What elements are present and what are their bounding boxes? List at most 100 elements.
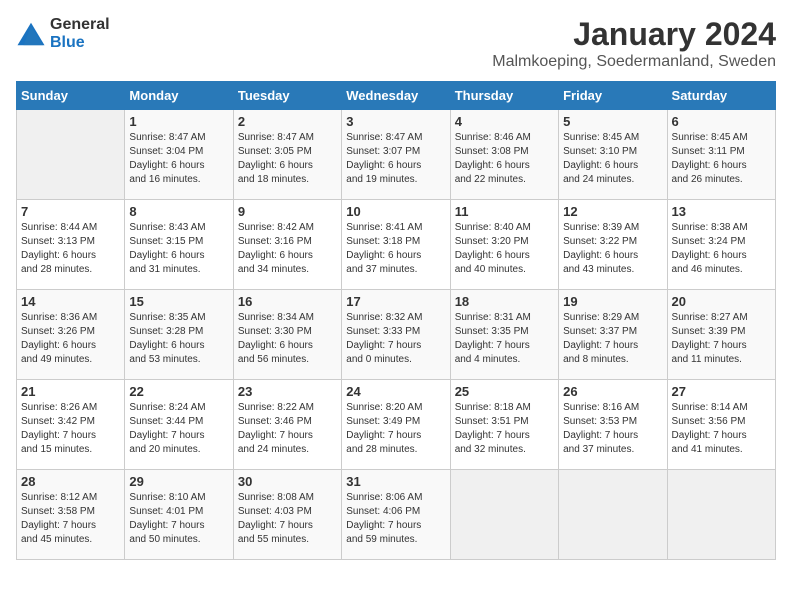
calendar-cell: 27 Sunrise: 8:14 AMSunset: 3:56 PMDaylig…: [667, 380, 775, 470]
calendar-cell: [667, 470, 775, 560]
calendar-table: Sunday Monday Tuesday Wednesday Thursday…: [16, 81, 776, 560]
day-info: Sunrise: 8:41 AMSunset: 3:18 PMDaylight:…: [346, 221, 445, 277]
calendar-week-row: 28 Sunrise: 8:12 AMSunset: 3:58 PMDaylig…: [17, 470, 776, 560]
calendar-cell: 15 Sunrise: 8:35 AMSunset: 3:28 PMDaylig…: [125, 290, 233, 380]
calendar-cell: 16 Sunrise: 8:34 AMSunset: 3:30 PMDaylig…: [233, 290, 341, 380]
calendar-cell: 14 Sunrise: 8:36 AMSunset: 3:26 PMDaylig…: [17, 290, 125, 380]
day-info: Sunrise: 8:14 AMSunset: 3:56 PMDaylight:…: [672, 401, 771, 457]
header-friday: Friday: [559, 82, 667, 110]
day-info: Sunrise: 8:44 AMSunset: 3:13 PMDaylight:…: [21, 221, 120, 277]
day-number: 31: [346, 474, 445, 489]
day-info: Sunrise: 8:16 AMSunset: 3:53 PMDaylight:…: [563, 401, 662, 457]
day-info: Sunrise: 8:22 AMSunset: 3:46 PMDaylight:…: [238, 401, 337, 457]
day-number: 17: [346, 294, 445, 309]
calendar-cell: 26 Sunrise: 8:16 AMSunset: 3:53 PMDaylig…: [559, 380, 667, 470]
day-info: Sunrise: 8:10 AMSunset: 4:01 PMDaylight:…: [129, 491, 228, 547]
day-number: 7: [21, 204, 120, 219]
calendar-cell: 25 Sunrise: 8:18 AMSunset: 3:51 PMDaylig…: [450, 380, 558, 470]
day-info: Sunrise: 8:35 AMSunset: 3:28 PMDaylight:…: [129, 311, 228, 367]
day-info: Sunrise: 8:24 AMSunset: 3:44 PMDaylight:…: [129, 401, 228, 457]
calendar-week-row: 21 Sunrise: 8:26 AMSunset: 3:42 PMDaylig…: [17, 380, 776, 470]
day-number: 16: [238, 294, 337, 309]
calendar-cell: 30 Sunrise: 8:08 AMSunset: 4:03 PMDaylig…: [233, 470, 341, 560]
day-number: 10: [346, 204, 445, 219]
day-number: 23: [238, 384, 337, 399]
calendar-cell: 19 Sunrise: 8:29 AMSunset: 3:37 PMDaylig…: [559, 290, 667, 380]
day-info: Sunrise: 8:45 AMSunset: 3:11 PMDaylight:…: [672, 131, 771, 187]
day-info: Sunrise: 8:47 AMSunset: 3:07 PMDaylight:…: [346, 131, 445, 187]
day-number: 14: [21, 294, 120, 309]
day-number: 4: [455, 114, 554, 129]
header-saturday: Saturday: [667, 82, 775, 110]
day-info: Sunrise: 8:34 AMSunset: 3:30 PMDaylight:…: [238, 311, 337, 367]
logo-icon: [16, 19, 46, 49]
day-info: Sunrise: 8:31 AMSunset: 3:35 PMDaylight:…: [455, 311, 554, 367]
location-title: Malmkoeping, Soedermanland, Sweden: [492, 53, 776, 71]
header-wednesday: Wednesday: [342, 82, 450, 110]
day-number: 18: [455, 294, 554, 309]
day-number: 11: [455, 204, 554, 219]
month-title: January 2024: [492, 16, 776, 53]
calendar-cell: 10 Sunrise: 8:41 AMSunset: 3:18 PMDaylig…: [342, 200, 450, 290]
day-info: Sunrise: 8:43 AMSunset: 3:15 PMDaylight:…: [129, 221, 228, 277]
logo-general: General: [50, 16, 110, 34]
calendar-week-row: 1 Sunrise: 8:47 AMSunset: 3:04 PMDayligh…: [17, 110, 776, 200]
day-number: 20: [672, 294, 771, 309]
calendar-cell: 3 Sunrise: 8:47 AMSunset: 3:07 PMDayligh…: [342, 110, 450, 200]
day-number: 13: [672, 204, 771, 219]
day-number: 30: [238, 474, 337, 489]
calendar-cell: [17, 110, 125, 200]
calendar-cell: 17 Sunrise: 8:32 AMSunset: 3:33 PMDaylig…: [342, 290, 450, 380]
calendar-cell: 12 Sunrise: 8:39 AMSunset: 3:22 PMDaylig…: [559, 200, 667, 290]
calendar-week-row: 7 Sunrise: 8:44 AMSunset: 3:13 PMDayligh…: [17, 200, 776, 290]
day-info: Sunrise: 8:32 AMSunset: 3:33 PMDaylight:…: [346, 311, 445, 367]
day-info: Sunrise: 8:47 AMSunset: 3:05 PMDaylight:…: [238, 131, 337, 187]
day-number: 29: [129, 474, 228, 489]
day-number: 21: [21, 384, 120, 399]
calendar-cell: 24 Sunrise: 8:20 AMSunset: 3:49 PMDaylig…: [342, 380, 450, 470]
calendar-cell: 4 Sunrise: 8:46 AMSunset: 3:08 PMDayligh…: [450, 110, 558, 200]
calendar-cell: [559, 470, 667, 560]
title-area: January 2024 Malmkoeping, Soedermanland,…: [492, 16, 776, 71]
calendar-cell: 28 Sunrise: 8:12 AMSunset: 3:58 PMDaylig…: [17, 470, 125, 560]
day-number: 27: [672, 384, 771, 399]
calendar-cell: 1 Sunrise: 8:47 AMSunset: 3:04 PMDayligh…: [125, 110, 233, 200]
day-info: Sunrise: 8:36 AMSunset: 3:26 PMDaylight:…: [21, 311, 120, 367]
calendar-cell: 13 Sunrise: 8:38 AMSunset: 3:24 PMDaylig…: [667, 200, 775, 290]
day-number: 3: [346, 114, 445, 129]
day-info: Sunrise: 8:20 AMSunset: 3:49 PMDaylight:…: [346, 401, 445, 457]
calendar-cell: 23 Sunrise: 8:22 AMSunset: 3:46 PMDaylig…: [233, 380, 341, 470]
day-info: Sunrise: 8:06 AMSunset: 4:06 PMDaylight:…: [346, 491, 445, 547]
calendar-cell: 20 Sunrise: 8:27 AMSunset: 3:39 PMDaylig…: [667, 290, 775, 380]
calendar-cell: 7 Sunrise: 8:44 AMSunset: 3:13 PMDayligh…: [17, 200, 125, 290]
calendar-cell: 21 Sunrise: 8:26 AMSunset: 3:42 PMDaylig…: [17, 380, 125, 470]
day-info: Sunrise: 8:29 AMSunset: 3:37 PMDaylight:…: [563, 311, 662, 367]
logo-text: General Blue: [50, 16, 110, 51]
day-number: 25: [455, 384, 554, 399]
day-info: Sunrise: 8:12 AMSunset: 3:58 PMDaylight:…: [21, 491, 120, 547]
header-sunday: Sunday: [17, 82, 125, 110]
calendar-cell: 29 Sunrise: 8:10 AMSunset: 4:01 PMDaylig…: [125, 470, 233, 560]
day-info: Sunrise: 8:38 AMSunset: 3:24 PMDaylight:…: [672, 221, 771, 277]
day-info: Sunrise: 8:26 AMSunset: 3:42 PMDaylight:…: [21, 401, 120, 457]
calendar-cell: 5 Sunrise: 8:45 AMSunset: 3:10 PMDayligh…: [559, 110, 667, 200]
calendar-cell: 8 Sunrise: 8:43 AMSunset: 3:15 PMDayligh…: [125, 200, 233, 290]
day-info: Sunrise: 8:18 AMSunset: 3:51 PMDaylight:…: [455, 401, 554, 457]
calendar-cell: 2 Sunrise: 8:47 AMSunset: 3:05 PMDayligh…: [233, 110, 341, 200]
day-number: 22: [129, 384, 228, 399]
logo-blue: Blue: [50, 34, 110, 52]
calendar-cell: 9 Sunrise: 8:42 AMSunset: 3:16 PMDayligh…: [233, 200, 341, 290]
calendar-cell: [450, 470, 558, 560]
header-tuesday: Tuesday: [233, 82, 341, 110]
header-monday: Monday: [125, 82, 233, 110]
day-info: Sunrise: 8:42 AMSunset: 3:16 PMDaylight:…: [238, 221, 337, 277]
day-number: 26: [563, 384, 662, 399]
day-info: Sunrise: 8:40 AMSunset: 3:20 PMDaylight:…: [455, 221, 554, 277]
logo: General Blue: [16, 16, 110, 51]
day-info: Sunrise: 8:46 AMSunset: 3:08 PMDaylight:…: [455, 131, 554, 187]
day-info: Sunrise: 8:45 AMSunset: 3:10 PMDaylight:…: [563, 131, 662, 187]
day-number: 12: [563, 204, 662, 219]
day-info: Sunrise: 8:27 AMSunset: 3:39 PMDaylight:…: [672, 311, 771, 367]
page-header: General Blue January 2024 Malmkoeping, S…: [16, 16, 776, 71]
day-number: 8: [129, 204, 228, 219]
